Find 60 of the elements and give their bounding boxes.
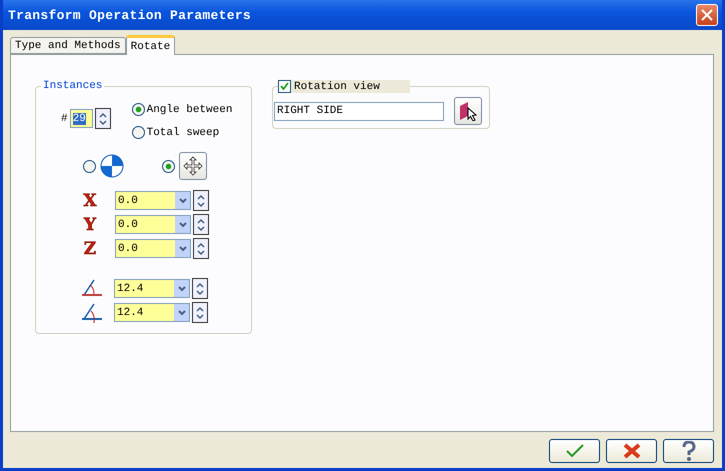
axis-label: Z xyxy=(82,238,98,258)
pick-view-button[interactable] xyxy=(454,97,482,125)
count-label: # xyxy=(61,112,68,124)
up-down-arrows-icon xyxy=(196,282,204,296)
up-down-arrows-icon xyxy=(98,112,107,126)
checkbox[interactable] xyxy=(278,80,291,93)
up-down-arrows-icon xyxy=(197,218,205,232)
chevron-down-icon xyxy=(178,286,186,292)
chevron-down-icon xyxy=(178,198,186,204)
tab[interactable]: Type and Methods xyxy=(10,37,126,54)
tab[interactable]: Rotate xyxy=(126,35,176,55)
dropdown-button[interactable] xyxy=(175,240,190,257)
radio-label: Angle between xyxy=(146,104,232,116)
cancel-button[interactable] xyxy=(606,439,657,463)
axis-label: X xyxy=(82,190,98,210)
spin-button[interactable] xyxy=(192,302,208,323)
move-button[interactable] xyxy=(179,152,207,180)
dropdown-button[interactable] xyxy=(174,304,189,321)
dropdown-button[interactable] xyxy=(175,192,190,209)
quadrant-icon xyxy=(100,154,124,178)
cross-icon xyxy=(622,443,640,459)
count-field[interactable]: 29 xyxy=(70,109,93,128)
question-mark-icon xyxy=(680,441,696,461)
angle-icon xyxy=(81,278,103,298)
spin-button[interactable] xyxy=(192,278,208,299)
up-down-arrows-icon xyxy=(196,306,204,320)
group-title: Instances xyxy=(42,80,104,92)
view-name-field[interactable]: RIGHT SIDE xyxy=(274,102,444,120)
spin-button[interactable] xyxy=(193,238,209,259)
checkmark-icon xyxy=(564,443,584,459)
spin-button[interactable] xyxy=(193,214,209,235)
value-dropdown[interactable]: 12.4 xyxy=(114,303,190,322)
close-button[interactable] xyxy=(696,4,718,26)
close-icon xyxy=(701,9,713,21)
spin-button[interactable] xyxy=(94,108,111,129)
ok-button[interactable] xyxy=(549,439,600,463)
value-dropdown[interactable]: 0.0 xyxy=(115,191,191,210)
value-dropdown[interactable]: 12.4 xyxy=(114,279,190,298)
radio-label: Total sweep xyxy=(146,126,220,138)
radio-button[interactable] xyxy=(83,160,96,172)
axis-label: Y xyxy=(82,214,98,234)
chevron-down-icon xyxy=(178,246,186,252)
dropdown-button[interactable] xyxy=(175,216,190,233)
up-down-arrows-icon xyxy=(197,242,205,256)
checkbox-label: Rotation view xyxy=(294,80,380,92)
window-title: Transform Operation Parameters xyxy=(8,8,252,22)
chevron-down-icon xyxy=(178,310,186,316)
up-down-arrows-icon xyxy=(197,194,205,208)
radio-button[interactable] xyxy=(132,103,145,116)
move-arrows-icon xyxy=(183,156,203,176)
help-button[interactable] xyxy=(663,439,714,463)
angle-icon xyxy=(81,302,103,322)
face-cursor-icon xyxy=(457,101,479,121)
dropdown-button[interactable] xyxy=(174,280,189,297)
radio-button[interactable] xyxy=(132,126,145,139)
value-dropdown[interactable]: 0.0 xyxy=(115,239,191,258)
radio-button[interactable] xyxy=(162,160,175,172)
value-dropdown[interactable]: 0.0 xyxy=(115,215,191,234)
chevron-down-icon xyxy=(178,222,186,228)
spin-button[interactable] xyxy=(193,190,209,211)
